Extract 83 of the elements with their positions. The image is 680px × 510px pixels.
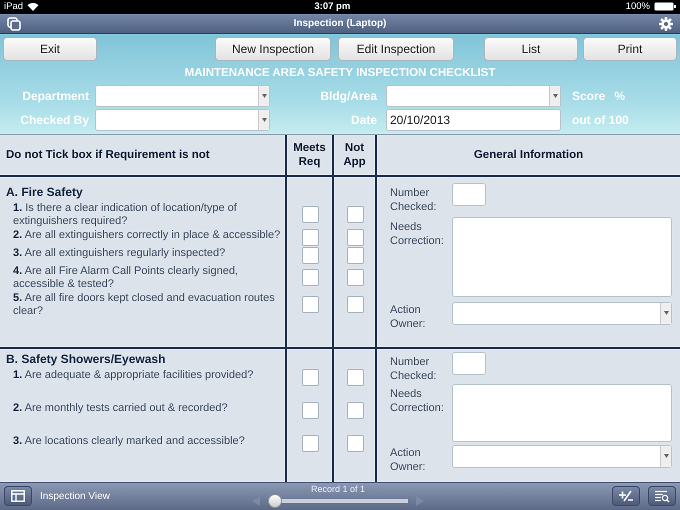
wifi-icon <box>27 2 40 12</box>
checkbox[interactable] <box>347 246 364 264</box>
battery-icon <box>654 2 676 12</box>
add-remove-button[interactable] <box>612 486 640 506</box>
score-unit: % <box>614 89 626 104</box>
question-text: 3. Are all extinguishers regularly inspected? <box>13 246 226 259</box>
search-icon <box>654 490 670 503</box>
windows-icon[interactable] <box>7 16 21 31</box>
field-label: Date <box>350 113 378 128</box>
caret-icon <box>552 94 558 98</box>
dropdown-field[interactable] <box>386 85 561 108</box>
battery-percent: 100% <box>626 1 650 12</box>
question-text: 3. Are locations clearly marked and accessible? <box>13 434 245 447</box>
plus-minus-icon <box>618 490 634 502</box>
question-text: 1. Are adequate & appropriate facilities provided? <box>13 368 254 381</box>
checkbox[interactable] <box>347 368 364 386</box>
field-label: Checked By <box>19 113 90 128</box>
question-text: 4. Are all Fire Alarm Call Points clearly signed, accessible & tested? <box>13 264 238 290</box>
checkbox[interactable] <box>347 228 364 246</box>
dropdown-field[interactable] <box>452 302 672 325</box>
checkbox[interactable] <box>302 296 319 314</box>
dropdown-field[interactable] <box>95 109 270 132</box>
checkbox[interactable] <box>302 269 319 286</box>
caret-icon <box>262 118 266 122</box>
form-heading: MAINTENANCE AREA SAFETY INSPECTION CHECKLIST <box>184 67 496 82</box>
checkbox[interactable] <box>302 228 319 246</box>
number-field[interactable] <box>452 352 486 375</box>
question-text: 2. Are all extinguishers correctly in place & accessible? <box>13 228 280 241</box>
previous-icon[interactable] <box>252 496 260 506</box>
checkbox[interactable] <box>302 246 319 264</box>
find-button[interactable] <box>648 486 676 506</box>
question-text: 2. Are monthly tests carried out & recorded? <box>13 402 228 414</box>
column-header: General Information <box>472 148 584 163</box>
layout-button[interactable] <box>4 486 32 506</box>
field-label: Bldg/Area <box>319 89 378 104</box>
checkbox[interactable] <box>347 269 364 286</box>
caret-icon <box>664 311 668 316</box>
record-counter: Record 1 of 1 <box>310 484 366 494</box>
checkbox[interactable] <box>347 434 364 452</box>
number-field[interactable] <box>452 182 486 206</box>
field-label: Needs Correction: <box>390 386 445 416</box>
window-title: Inspection (Laptop) <box>294 18 386 30</box>
checkbox[interactable] <box>347 206 364 224</box>
column-header: Meets Req <box>287 134 334 175</box>
toolbar-button[interactable]: Edit Inspection <box>338 37 454 62</box>
text-area[interactable] <box>452 216 672 297</box>
text-area[interactable] <box>452 384 672 442</box>
date-field[interactable]: 20/10/2013 <box>386 109 561 132</box>
checkbox[interactable] <box>347 296 364 314</box>
view-name: Inspection View <box>40 490 110 502</box>
caret-icon <box>664 454 668 458</box>
toolbar-button[interactable]: Print <box>583 37 677 62</box>
checkbox[interactable] <box>302 434 319 452</box>
caret-icon <box>262 94 266 98</box>
checkbox[interactable] <box>347 402 364 419</box>
field-label: Needs Correction: <box>390 220 445 249</box>
toolbar-button[interactable]: Exit <box>3 37 97 62</box>
field-label: Number Checked: <box>390 354 438 383</box>
question-text: 5. Are all fire doors kept closed and evacuation routes clear? <box>13 292 275 317</box>
checkbox[interactable] <box>302 402 319 419</box>
slider-thumb[interactable] <box>268 494 282 508</box>
score-label: Score <box>572 89 606 104</box>
question-text: 1. Is there a clear indication of location/type of extinguishers required? <box>13 202 237 227</box>
dropdown-field[interactable] <box>452 444 672 468</box>
settings-icon[interactable] <box>659 16 673 31</box>
column-header: Not App <box>334 134 377 175</box>
next-icon[interactable] <box>416 496 424 506</box>
layout-icon <box>11 490 25 502</box>
section-title: A. Fire Safety <box>6 184 83 199</box>
column-header: Do not Tick box if Requirement is not <box>0 134 287 175</box>
field-label: Action Owner: <box>390 302 426 331</box>
dropdown-field[interactable] <box>95 85 270 108</box>
checkbox[interactable] <box>302 206 319 224</box>
score-total: out of 100 <box>572 113 629 128</box>
checkbox[interactable] <box>302 368 319 386</box>
toolbar-button[interactable]: New Inspection <box>215 37 331 62</box>
device-name: iPad <box>4 1 24 12</box>
field-label: Action Owner: <box>390 446 426 474</box>
field-label: Department <box>21 89 90 104</box>
section-title: B. Safety Showers/Eyewash <box>6 352 166 366</box>
clock: 3:07 pm <box>314 1 350 12</box>
field-label: Number Checked: <box>390 186 438 214</box>
toolbar-button[interactable]: List <box>484 37 578 62</box>
